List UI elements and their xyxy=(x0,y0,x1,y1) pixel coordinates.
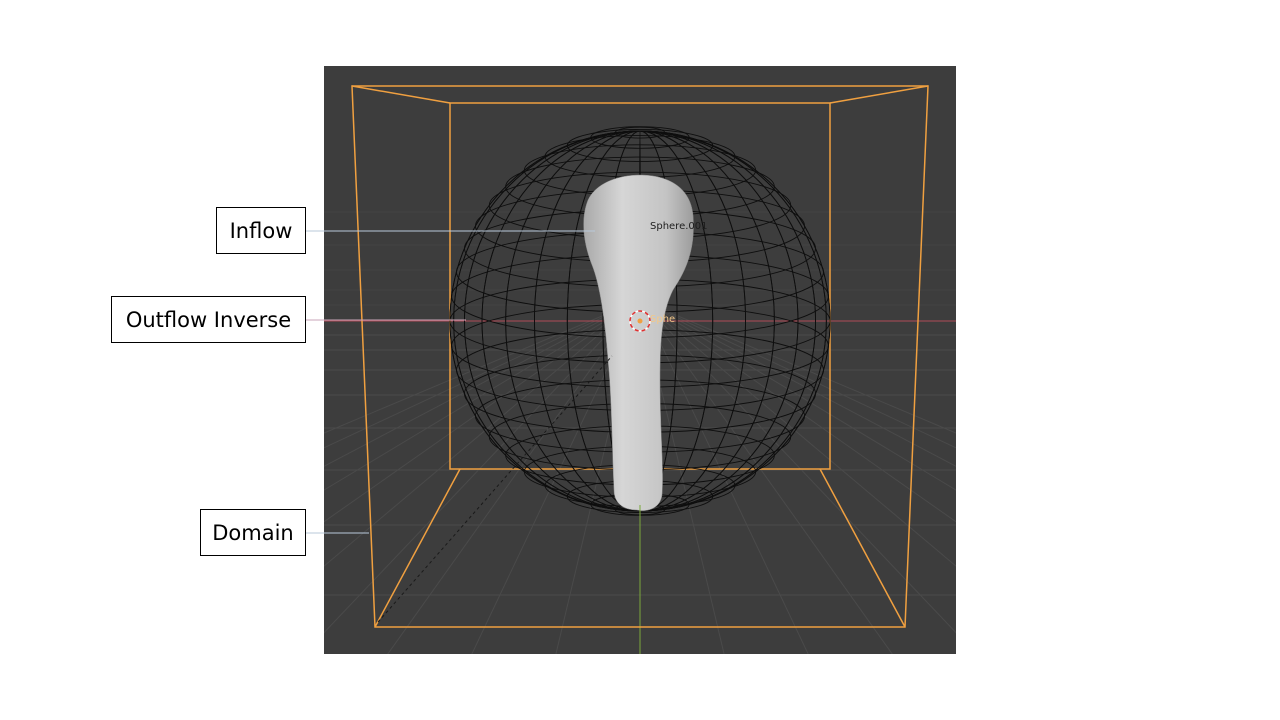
outflow-inverse-label: Outflow Inverse xyxy=(111,296,306,343)
inflow-label: Inflow xyxy=(216,207,306,254)
object-label-sphere-001: Sphere.001 xyxy=(650,221,708,232)
domain-label: Domain xyxy=(200,509,306,556)
viewport-canvas: Sphere.001 Sphe xyxy=(306,66,956,654)
object-label-sphere: Sphe xyxy=(650,314,675,325)
